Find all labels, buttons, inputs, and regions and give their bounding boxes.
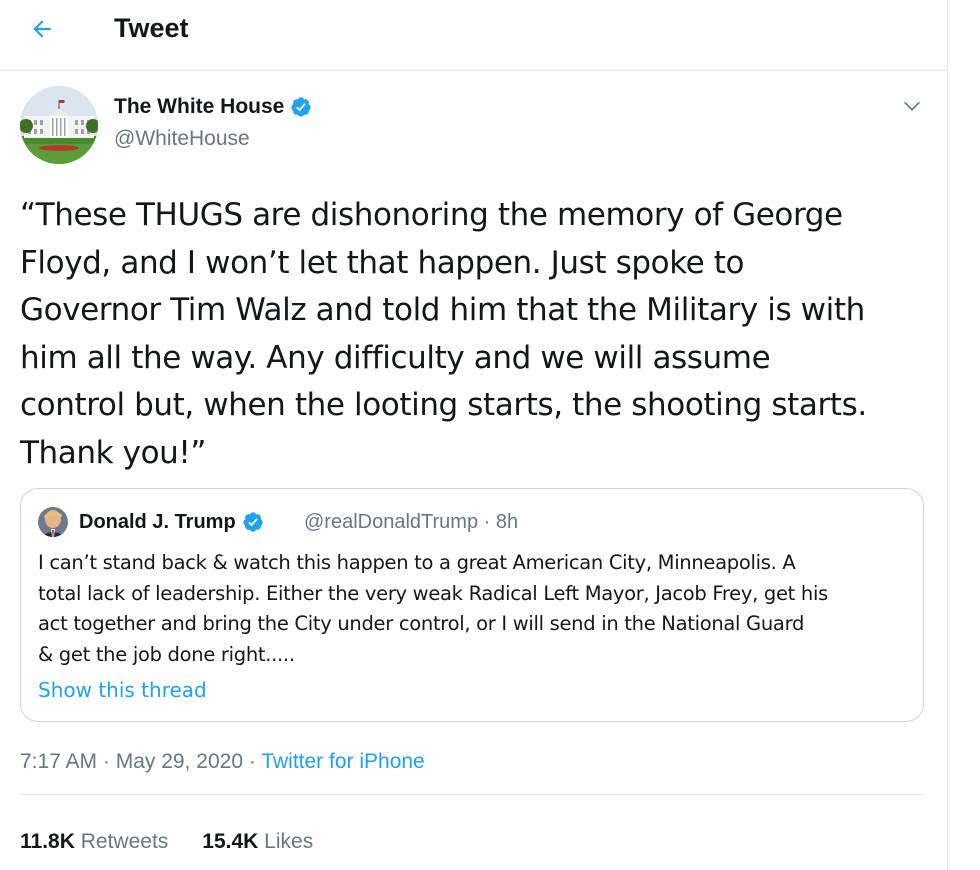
tweet-text-line: Thank you!” [20,434,207,471]
more-options-button[interactable] [896,90,928,122]
white-house-avatar-image [20,86,98,164]
retweets-count: 11.8K [20,830,75,853]
quoted-author-label: Donald J. Trump [79,511,236,533]
back-button[interactable] [22,9,62,49]
tweet-stats: 11.8K Retweets 15.4K Likes [20,828,347,856]
tweet-text-line: Governor Tim Walz and told him that the … [20,292,865,328]
likes-count: 15.4K [202,830,259,853]
tweet-text-line: control but, when the looting starts, th… [20,387,867,423]
meta-separator: · [483,511,491,533]
likes-stat[interactable]: 15.4K Likes [202,828,313,856]
page-header: Tweet [0,0,947,71]
main-column: Tweet The White House @WhiteHouse “These… [0,0,948,870]
tweet-source-link[interactable]: Twitter for iPhone [261,750,424,773]
author-name-label: The White House [114,95,285,118]
tweet-page: Tweet The White House @WhiteHouse “These… [0,0,980,870]
arrow-left-icon [33,20,51,38]
quoted-text: I can’t stand back & watch this happen t… [38,548,908,670]
avatar[interactable] [20,86,98,164]
quoted-text-line: & get the job done right..... [38,642,295,666]
retweets-stat[interactable]: 11.8K Retweets [20,828,168,856]
meta-separator: · [102,750,110,773]
quoted-author-name: Donald J. Trump [79,509,264,535]
quoted-tweet-card[interactable]: Donald J. Trump @realDonaldTrump · 8h I … [20,488,924,722]
meta-separator: · [248,750,256,773]
tweet-text-line: him all the way. Any difficulty and we w… [20,339,771,376]
likes-label: Likes [264,830,314,853]
page-title: Tweet [114,13,189,43]
tweet-text-line: Floyd, and I won’t let that happen. Just… [20,244,745,281]
author-handle[interactable]: @WhiteHouse [114,126,250,152]
verified-badge-icon [291,97,311,117]
quoted-avatar [38,507,68,537]
quoted-text-line: I can’t stand back & watch this happen t… [38,551,796,574]
tweet-text-line: “These THUGS are dishonoring the memory … [20,197,843,233]
tweet-text: “These THUGS are dishonoring the memory … [20,192,930,477]
tweet-meta: 7:17 AM · May 29, 2020 · Twitter for iPh… [20,748,425,776]
quoted-text-line: total lack of leadership. Either the ver… [38,581,828,605]
quoted-age: 8h [495,511,519,533]
chevron-down-icon [904,101,920,111]
quoted-handle: @realDonaldTrump [304,511,479,533]
verified-badge-icon [243,512,263,532]
trump-avatar-image [38,507,68,537]
divider [20,794,926,795]
tweet-time[interactable]: 7:17 AM [20,750,97,773]
tweet-date[interactable]: May 29, 2020 [116,750,243,773]
retweets-label: Retweets [80,830,169,853]
quoted-text-line: act together and bring the City under co… [38,612,805,635]
show-thread-link[interactable]: Show this thread [38,677,207,703]
quoted-meta: @realDonaldTrump · 8h [304,509,518,535]
author-name[interactable]: The White House [114,94,312,120]
